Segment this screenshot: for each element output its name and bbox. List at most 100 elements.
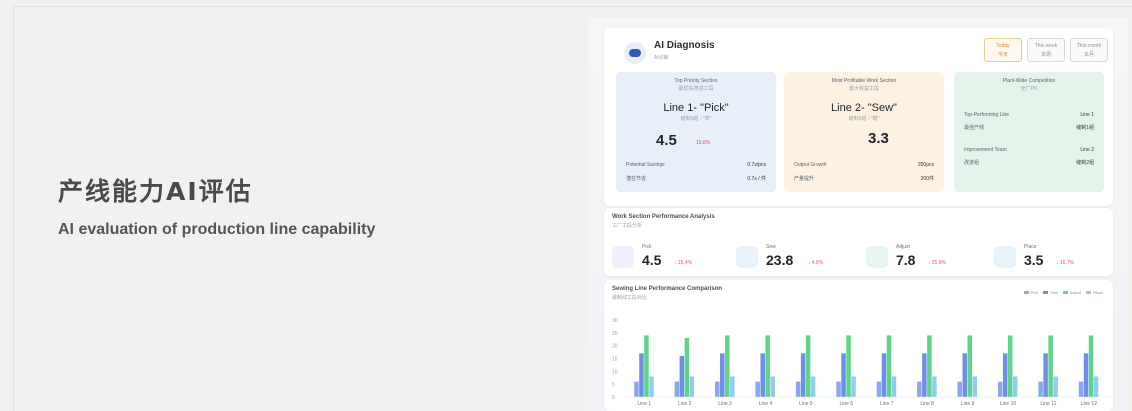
x-tick-label: Line 1: [637, 401, 651, 407]
profitable-panel: Most Profitable Work Section 最大收益工段 Line…: [784, 72, 944, 192]
bar-pick-1[interactable]: [634, 381, 639, 397]
x-tick-label: Line 6: [839, 401, 853, 407]
priority-row-1: Potential Savings 0.7s/pcs: [626, 162, 766, 168]
tab-today[interactable]: Today 今天: [984, 38, 1022, 62]
metric-adjust[interactable]: Adjust 7.8 ↓ 25.8%: [866, 244, 986, 270]
bar-adjust-4[interactable]: [765, 335, 770, 397]
bar-pick-11[interactable]: [1038, 381, 1043, 397]
bar-sew-2[interactable]: [679, 355, 685, 397]
bar-sew-1[interactable]: [639, 353, 644, 397]
x-tick-label: Line 11: [1040, 401, 1056, 407]
bar-adjust-6[interactable]: [846, 335, 851, 397]
line-comparison-chart-card: Sewing Line Performance Comparison 缝制线工段…: [604, 280, 1113, 411]
bar-pick-3[interactable]: [715, 381, 720, 397]
bar-sew-4[interactable]: [760, 353, 765, 397]
x-tick-label: Line 4: [759, 401, 773, 407]
bar-place-3[interactable]: [730, 376, 735, 397]
y-tick-label: 20: [612, 344, 618, 350]
y-tick-label: 30: [612, 318, 618, 324]
bar-adjust-1[interactable]: [644, 335, 649, 397]
sew-icon: [736, 246, 758, 268]
priority-line: Line 1- "Pick": [663, 102, 729, 114]
bar-place-5[interactable]: [810, 376, 816, 397]
bar-sew-7[interactable]: [881, 353, 887, 397]
y-tick-label: 15: [612, 357, 618, 363]
place-icon: [994, 246, 1016, 268]
x-tick-label: Line 10: [1000, 401, 1017, 407]
bar-place-10[interactable]: [1012, 376, 1018, 397]
bar-sew-6[interactable]: [841, 353, 846, 397]
metric-sew[interactable]: Sew 23.8 ↓ 4.8%: [736, 244, 856, 270]
bar-pick-9[interactable]: [957, 381, 963, 397]
bar-place-4[interactable]: [770, 376, 775, 397]
bar-pick-6[interactable]: [836, 381, 841, 397]
pick-icon: [612, 246, 634, 268]
priority-panel: Top Priority Section 最优先改进工段 Line 1- "Pi…: [616, 72, 776, 192]
x-tick-label: Line 9: [961, 401, 975, 407]
hero-title: 产线能力AI评估: [58, 177, 253, 206]
bar-pick-4[interactable]: [755, 381, 760, 397]
bar-adjust-10[interactable]: [1007, 335, 1013, 397]
y-tick-label: 5: [612, 382, 615, 388]
tab-this-week[interactable]: This week 本周: [1027, 38, 1065, 62]
bar-place-11[interactable]: [1053, 376, 1058, 397]
x-tick-label: Line 5: [799, 401, 813, 407]
metric-pick[interactable]: Pick 4.5 ↓ 15.4%: [612, 244, 732, 270]
bar-place-9[interactable]: [972, 376, 978, 397]
bar-sew-12[interactable]: [1083, 353, 1089, 397]
bar-adjust-7[interactable]: [886, 335, 892, 397]
y-tick-label: 25: [612, 331, 618, 337]
y-tick-label: 10: [612, 369, 618, 375]
plant-row-2: 最佳产线 缝制1组: [964, 125, 1094, 131]
profitable-line-cn: 缝制2组 - "缝": [848, 116, 880, 122]
priority-line-cn: 缝制1组 - "拿": [680, 116, 712, 122]
bar-pick-12[interactable]: [1078, 381, 1084, 397]
priority-change: 15.8%: [696, 140, 711, 146]
x-tick-label: Line 2: [678, 401, 692, 407]
performance-analysis-card: Work Section Performance Analysis 工厂工段分析…: [604, 208, 1113, 276]
tab-this-month[interactable]: This month 本月: [1070, 38, 1108, 62]
bar-adjust-8[interactable]: [927, 335, 932, 397]
bar-adjust-3[interactable]: [725, 335, 730, 397]
bar-sew-9[interactable]: [962, 353, 968, 397]
bar-pick-5[interactable]: [795, 381, 801, 397]
bar-place-2[interactable]: [689, 376, 695, 397]
bar-adjust-11[interactable]: [1048, 335, 1053, 397]
bar-adjust-5[interactable]: [805, 335, 811, 397]
bar-place-1[interactable]: [649, 376, 654, 397]
profitable-line: Line 2- "Sew": [831, 102, 897, 114]
bar-chart: 30 25 20 15 10 5 0 Line 1 Line 2 Line 3 Line 4 Line…: [612, 318, 1109, 407]
bar-sew-8[interactable]: [922, 353, 927, 397]
plant-panel: Plant-Wide Competition 全厂PK Top-Performi…: [954, 72, 1104, 192]
hero-subtitle: AI evaluation of production line capabil…: [58, 221, 376, 238]
profitable-header: Most Profitable Work Section: [831, 78, 897, 84]
x-tick-label: Line 8: [920, 401, 934, 407]
x-tick-label: Line 3: [718, 401, 732, 407]
bar-pick-2[interactable]: [674, 381, 680, 397]
bar-adjust-2[interactable]: [684, 337, 690, 397]
bar-sew-3[interactable]: [720, 353, 725, 397]
bar-pick-7[interactable]: [876, 381, 882, 397]
bar-place-8[interactable]: [932, 376, 937, 397]
bar-pick-8[interactable]: [917, 381, 922, 397]
plant-header: Plant-Wide Competition: [1002, 78, 1056, 84]
profitable-row-1: Output Growth 200pcs: [794, 162, 934, 168]
bar-place-12[interactable]: [1093, 376, 1099, 397]
bar-sew-10[interactable]: [1002, 353, 1008, 397]
bar-pick-10[interactable]: [997, 381, 1003, 397]
profitable-row-2: 产量提升 200件: [794, 176, 934, 182]
plant-row-3: Improvement Team Line 2: [964, 147, 1094, 153]
bar-adjust-9[interactable]: [967, 335, 973, 397]
metric-place[interactable]: Place 3.5 ↓ 16.7%: [994, 244, 1114, 270]
bar-sew-11[interactable]: [1043, 353, 1048, 397]
app-title: AI Diagnosis: [654, 40, 715, 51]
profitable-header-cn: 最大收益工段: [848, 86, 879, 92]
analysis-title: Work Section Performance Analysis: [612, 214, 715, 220]
dashboard-screenshot: AI Diagnosis AI诊断 Today 今天 This week 本周 Th…: [588, 18, 1128, 411]
plant-header-cn: 全厂PK: [1020, 86, 1038, 92]
bar-adjust-12[interactable]: [1088, 335, 1094, 397]
bar-place-6[interactable]: [851, 376, 856, 397]
bar-place-7[interactable]: [891, 376, 897, 397]
plant-row-1: Top-Performing Line Line 1: [964, 112, 1094, 118]
bar-sew-5[interactable]: [800, 353, 806, 397]
